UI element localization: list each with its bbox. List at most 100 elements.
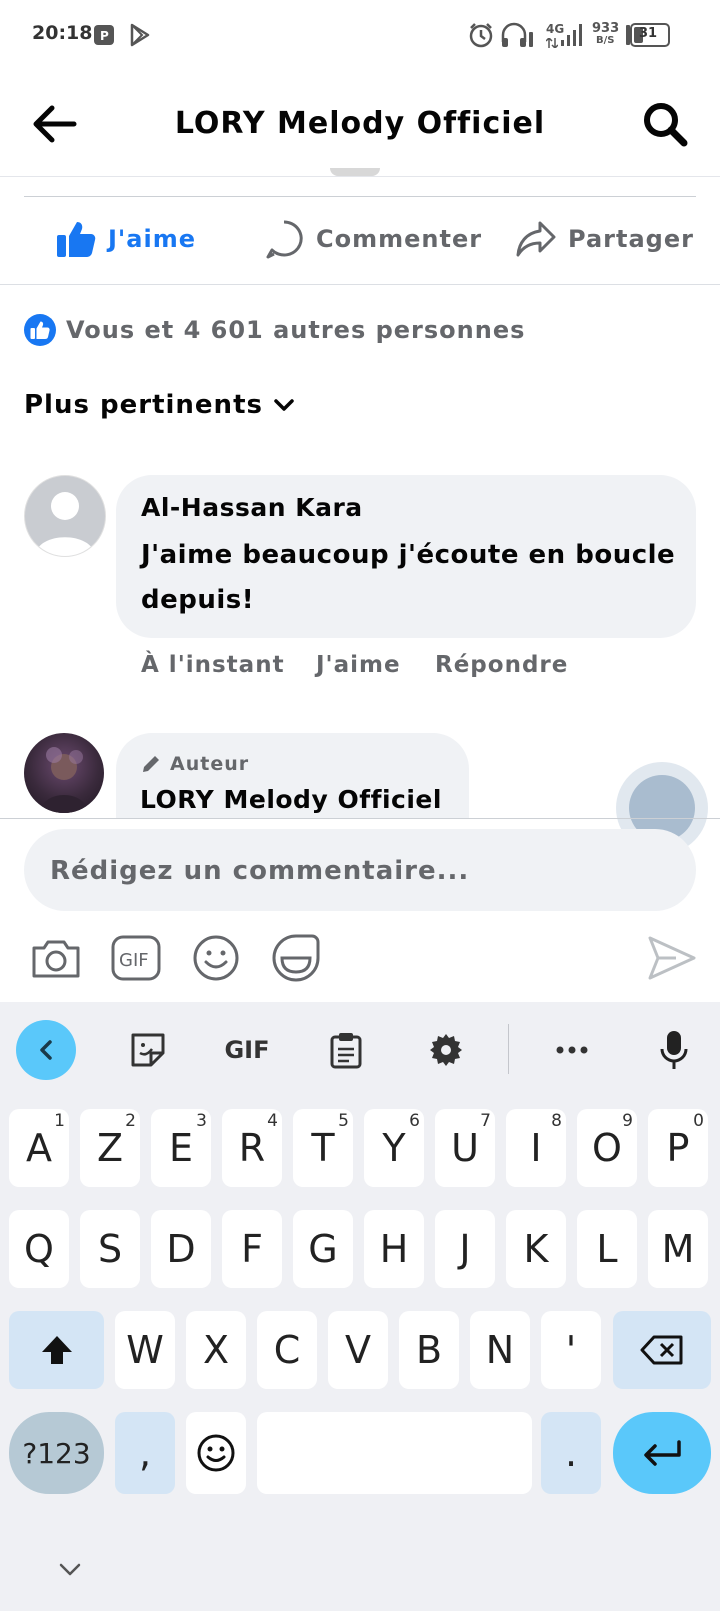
key-t[interactable]: T5	[293, 1109, 353, 1187]
key-v[interactable]: V	[328, 1311, 388, 1389]
settings-button[interactable]	[416, 1020, 476, 1080]
keyboard-collapse-toolbar-button[interactable]	[16, 1020, 76, 1080]
comment-composer[interactable]	[24, 829, 696, 911]
key-w[interactable]: W	[115, 1311, 175, 1389]
key-j[interactable]: J	[435, 1210, 495, 1288]
gif-icon[interactable]: GIF	[110, 932, 162, 984]
key-u[interactable]: U7	[435, 1109, 495, 1187]
key-p[interactable]: P0	[648, 1109, 708, 1187]
profile-photo-icon	[40, 747, 88, 813]
post-action-bar: J'aime Commenter Partager	[0, 196, 720, 285]
key-x[interactable]: X	[186, 1311, 246, 1389]
comment-icon	[266, 220, 303, 259]
voice-input-button[interactable]	[644, 1020, 704, 1080]
clipboard-icon	[330, 1033, 362, 1069]
battery-level: 31	[639, 26, 658, 41]
space-bar[interactable]	[257, 1412, 532, 1494]
sticker-icon	[131, 1033, 165, 1067]
key-m[interactable]: M	[648, 1210, 708, 1288]
comment-like-link[interactable]: J'aime	[316, 652, 401, 678]
comment-button[interactable]: Commenter	[264, 216, 482, 262]
key-y[interactable]: Y6	[364, 1109, 424, 1187]
keyboard-gif-button[interactable]: GIF	[214, 1020, 280, 1080]
period-key[interactable]: .	[541, 1412, 601, 1494]
like-label: J'aime	[108, 225, 196, 253]
enter-key[interactable]	[613, 1412, 711, 1494]
comment-text: J'aime beaucoup j'écoute en boucle depui…	[141, 540, 676, 615]
key-g[interactable]: G	[293, 1210, 353, 1288]
key-q[interactable]: Q	[9, 1210, 69, 1288]
key-r[interactable]: R4	[222, 1109, 282, 1187]
key-s[interactable]: S	[80, 1210, 140, 1288]
like-button[interactable]: J'aime	[56, 216, 196, 262]
key-l[interactable]: L	[577, 1210, 637, 1288]
headset-icon	[501, 22, 533, 47]
divider	[24, 196, 696, 197]
comment-input[interactable]	[48, 845, 672, 897]
author-comment-bubble[interactable]: Auteur LORY Melody Officiel	[116, 733, 469, 818]
search-icon[interactable]	[640, 99, 690, 149]
chevron-left-icon	[40, 1040, 52, 1060]
comment-bubble[interactable]: Al-Hassan Kara J'aime beaucoup j'écoute …	[116, 475, 696, 638]
clipboard-button[interactable]	[316, 1020, 376, 1080]
key-c[interactable]: C	[257, 1311, 317, 1389]
play-store-icon	[130, 23, 150, 47]
sort-dropdown[interactable]: Plus pertinents	[24, 390, 295, 420]
network-speed-unit: B/S	[596, 35, 615, 46]
shift-key[interactable]	[9, 1311, 104, 1389]
emoji-icon[interactable]	[190, 932, 242, 984]
key-o[interactable]: O9	[577, 1109, 637, 1187]
backspace-key[interactable]	[613, 1311, 711, 1389]
pencil-icon	[143, 756, 159, 772]
key-apostrophe[interactable]: '	[541, 1311, 601, 1389]
share-icon	[516, 221, 556, 257]
author-avatar[interactable]	[24, 733, 104, 813]
key-b[interactable]: B	[399, 1311, 459, 1389]
key-d[interactable]: D	[151, 1210, 211, 1288]
page-title: LORY Melody Officiel	[174, 106, 546, 141]
author-badge-label: Auteur	[170, 753, 250, 775]
more-options-button[interactable]	[542, 1020, 602, 1080]
avatar-sticker-icon[interactable]	[270, 932, 322, 984]
composer-divider	[0, 818, 720, 819]
key-a[interactable]: A1	[9, 1109, 69, 1187]
camera-icon[interactable]	[30, 932, 82, 984]
key-n[interactable]: N	[470, 1311, 530, 1389]
alarm-icon	[469, 23, 493, 48]
svg-text:P: P	[100, 29, 109, 43]
author-badge: Auteur	[140, 753, 249, 775]
comment-reply-link[interactable]: Répondre	[435, 652, 568, 678]
thumbs-up-icon	[57, 222, 96, 257]
share-button[interactable]: Partager	[516, 216, 694, 262]
emoji-key[interactable]	[186, 1412, 246, 1494]
enter-arrow-icon	[644, 1440, 681, 1466]
toolbar-divider	[508, 1024, 509, 1074]
backspace-icon	[640, 1335, 683, 1365]
sort-label: Plus pertinents	[24, 390, 263, 420]
key-f[interactable]: F	[222, 1210, 282, 1288]
reactions-summary[interactable]: Vous et 4 601 autres personnes	[24, 312, 525, 348]
app-header: LORY Melody Officiel	[0, 72, 720, 177]
sticker-button[interactable]	[118, 1020, 178, 1080]
comment-author[interactable]: Al-Hassan Kara	[141, 493, 363, 522]
share-label: Partager	[568, 225, 694, 253]
key-i[interactable]: I8	[506, 1109, 566, 1187]
comment-author-reply: Auteur LORY Melody Officiel	[0, 700, 720, 818]
svg-text:GIF: GIF	[119, 950, 149, 971]
send-icon[interactable]	[646, 932, 698, 984]
smiley-icon	[197, 1434, 235, 1472]
keyboard: GIF A1 Z2 E3 R4 T5 Y6 U7 I8 O9 P0 Q S D …	[0, 1002, 720, 1611]
symbols-key[interactable]: ?123	[9, 1412, 104, 1494]
key-k[interactable]: K	[506, 1210, 566, 1288]
gear-icon	[430, 1034, 462, 1066]
key-e[interactable]: E3	[151, 1109, 211, 1187]
signal-icon	[561, 24, 582, 46]
keyboard-hide-chevron-icon[interactable]	[58, 1562, 82, 1578]
author-name[interactable]: LORY Melody Officiel	[140, 785, 442, 814]
key-h[interactable]: H	[364, 1210, 424, 1288]
commenter-avatar[interactable]	[24, 475, 106, 557]
comment-timestamp: À l'instant	[141, 652, 285, 678]
comma-key[interactable]: ,	[115, 1412, 175, 1494]
key-z[interactable]: Z2	[80, 1109, 140, 1187]
like-reaction-icon	[24, 314, 56, 346]
